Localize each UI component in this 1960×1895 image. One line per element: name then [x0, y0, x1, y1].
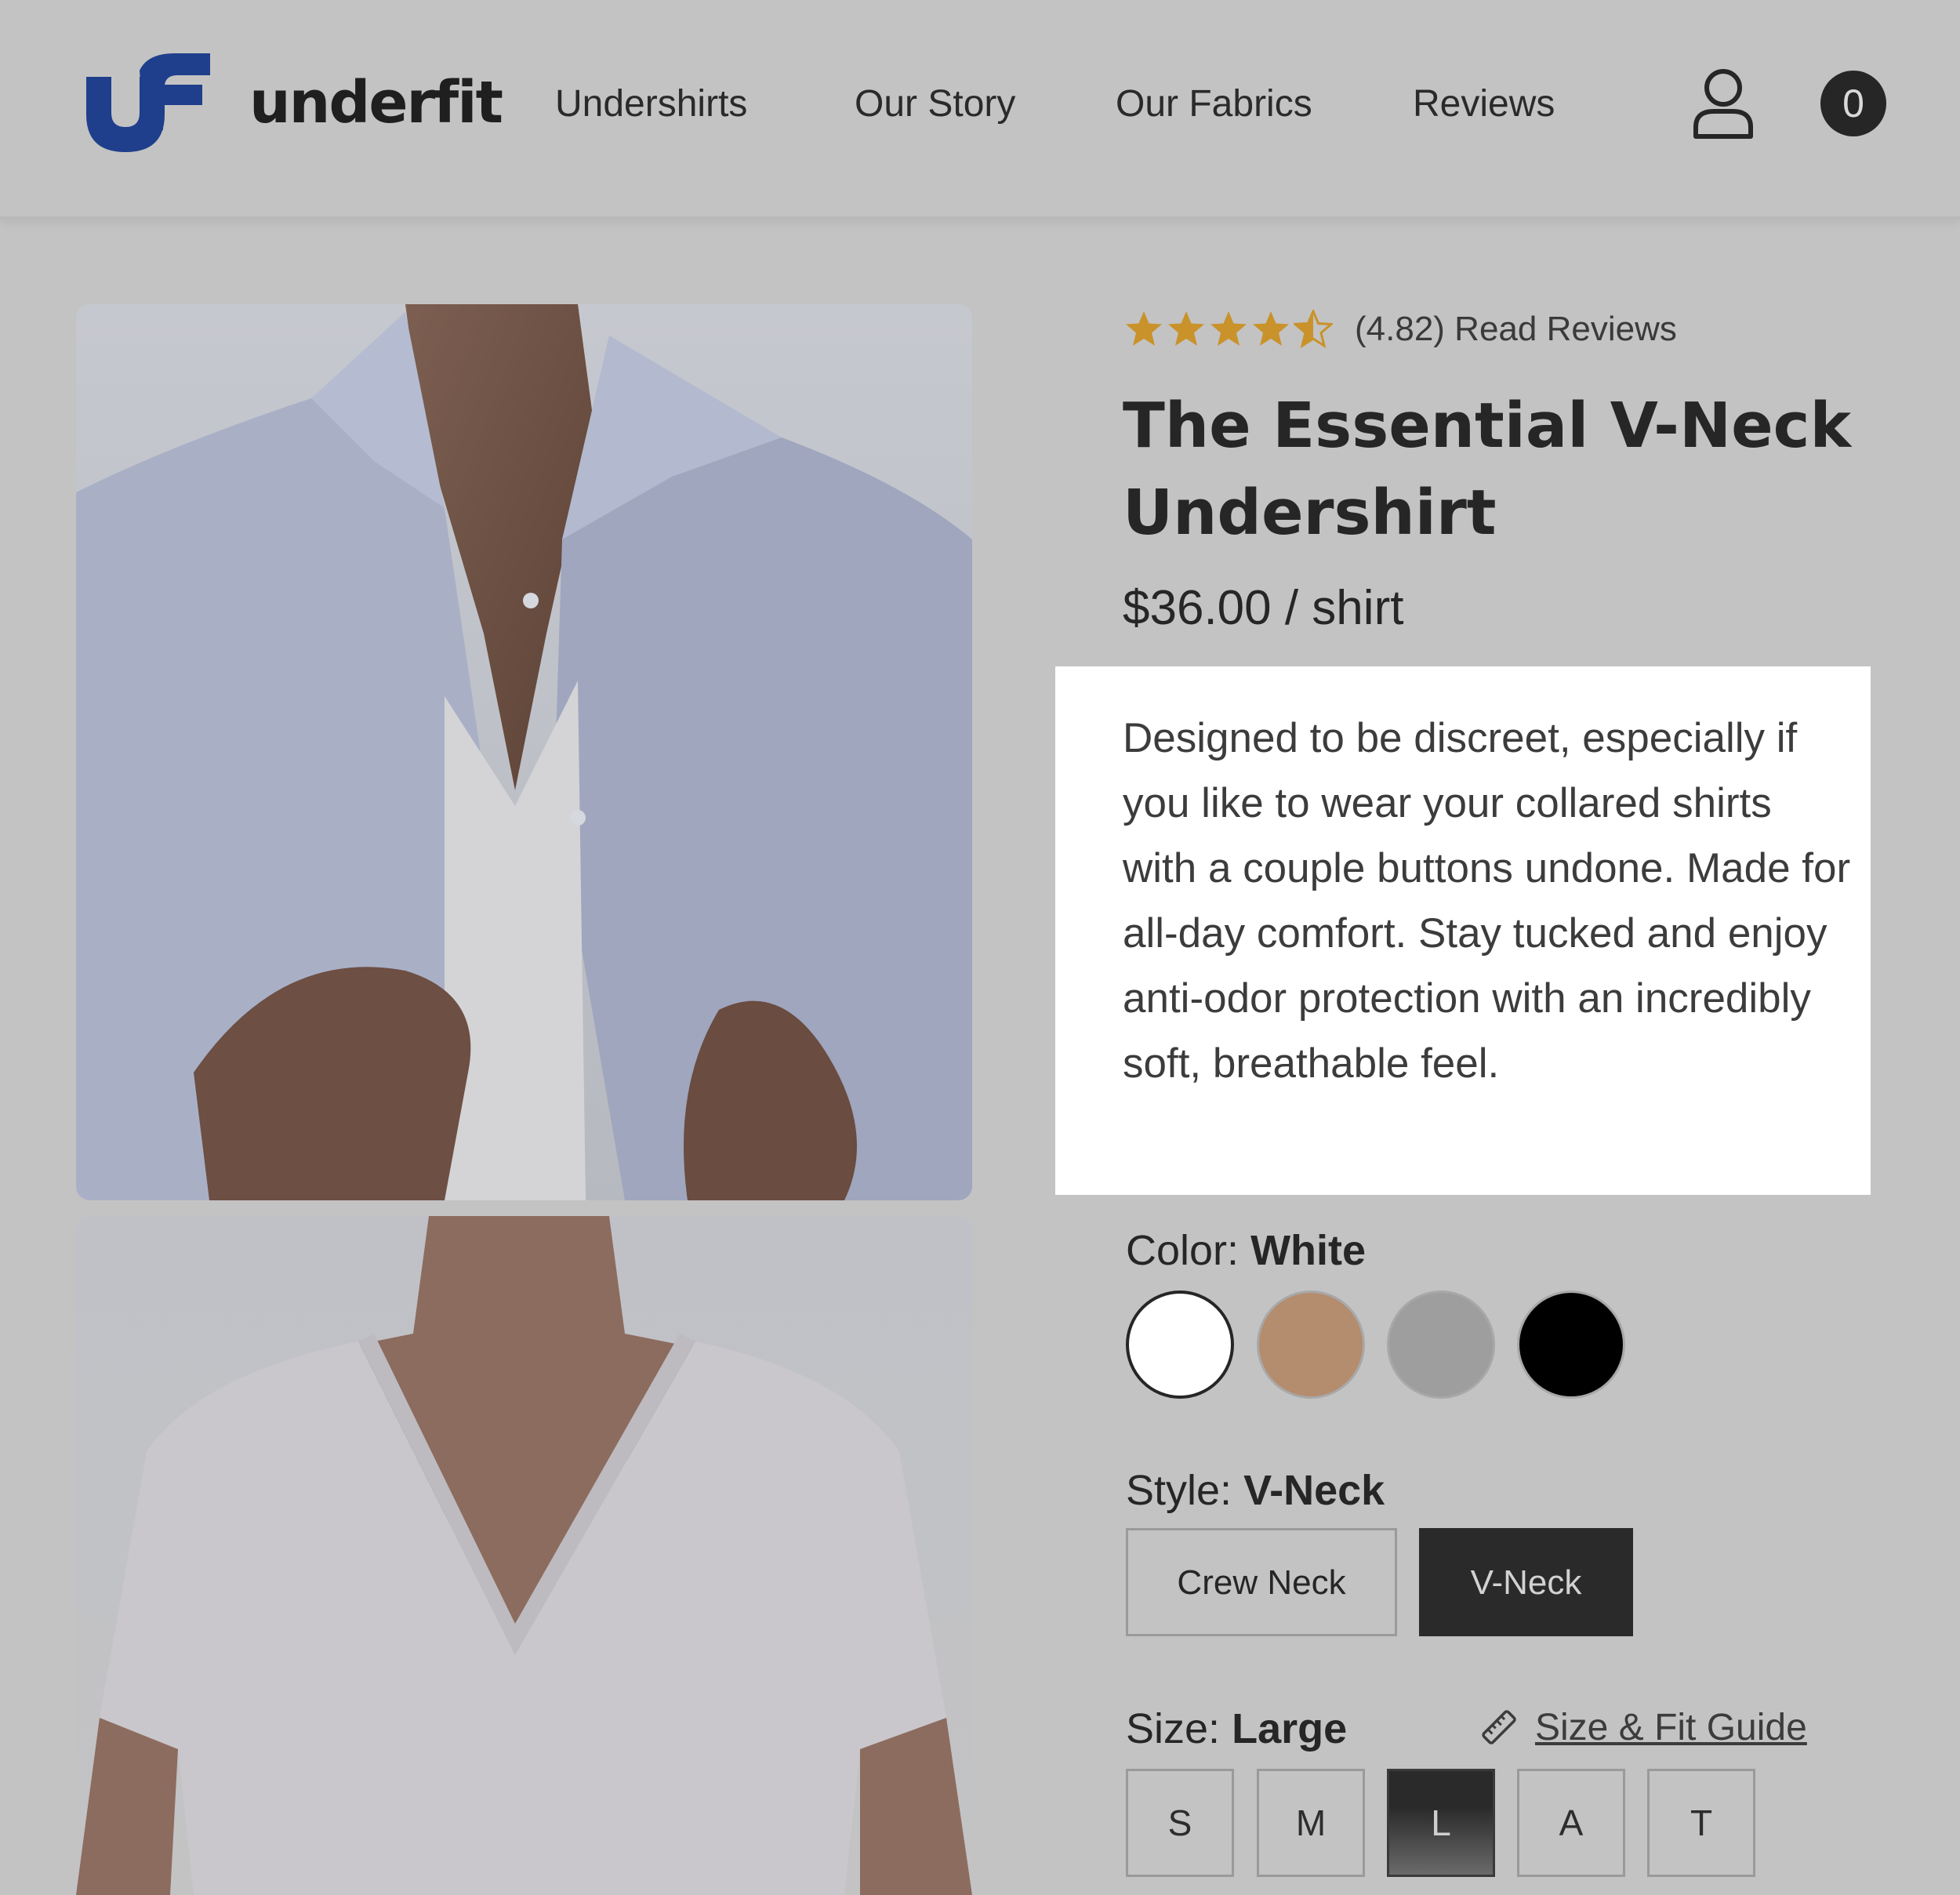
site-header: underfit Undershirts Our Story Our Fabri… — [0, 0, 1960, 220]
color-label: Color: White — [1126, 1227, 1367, 1274]
size-t-button[interactable]: T — [1647, 1769, 1755, 1877]
read-reviews-link[interactable]: (4.82) Read Reviews — [1355, 310, 1677, 349]
swatch-white[interactable] — [1126, 1291, 1234, 1399]
size-a-button[interactable]: A — [1517, 1769, 1625, 1877]
nav-reviews[interactable]: Reviews — [1413, 77, 1555, 132]
nav-our-story[interactable]: Our Story — [855, 77, 1015, 132]
size-fit-guide-link[interactable]: Size & Fit Guide — [1480, 1700, 1807, 1755]
product-photo-open-shirt[interactable] — [76, 304, 972, 1200]
size-m-button[interactable]: M — [1257, 1769, 1365, 1877]
star-full-icon — [1210, 311, 1247, 346]
size-label: Size: Large — [1126, 1705, 1348, 1752]
cart-count-badge[interactable]: 0 — [1820, 71, 1886, 136]
star-full-icon — [1168, 311, 1204, 346]
swatch-tan[interactable] — [1257, 1291, 1365, 1399]
brand-wordmark[interactable]: underfit — [249, 67, 503, 138]
uf-logo-icon[interactable] — [85, 52, 210, 154]
size-s-button[interactable]: S — [1126, 1769, 1234, 1877]
swatch-gray[interactable] — [1387, 1291, 1495, 1399]
rating-stars — [1124, 310, 1333, 349]
selected-color: White — [1250, 1227, 1367, 1274]
size-fit-guide-label: Size & Fit Guide — [1535, 1706, 1807, 1748]
style-label: Style: V-Neck — [1126, 1467, 1385, 1514]
swatch-black[interactable] — [1517, 1291, 1625, 1399]
rating-row: (4.82) Read Reviews — [1124, 304, 1677, 354]
nav-undershirts[interactable]: Undershirts — [555, 77, 747, 132]
product-title: The Essential V-Neck Undershirt — [1123, 390, 1852, 549]
star-half-icon — [1294, 310, 1333, 349]
product-price: $36.00 / shirt — [1123, 581, 1404, 635]
star-full-icon — [1126, 311, 1162, 346]
product-photo-vneck[interactable] — [76, 1216, 972, 1895]
style-crew-neck-button[interactable]: Crew Neck — [1126, 1528, 1397, 1636]
size-l-button[interactable]: L — [1387, 1769, 1495, 1877]
user-icon[interactable] — [1692, 67, 1755, 140]
selected-style: V-Neck — [1243, 1467, 1385, 1514]
ruler-icon — [1482, 1710, 1516, 1744]
selected-size: Large — [1232, 1705, 1348, 1752]
description-highlight: Designed to be discreet, especially if y… — [1055, 666, 1871, 1195]
star-full-icon — [1253, 311, 1289, 346]
nav-our-fabrics[interactable]: Our Fabrics — [1116, 77, 1312, 132]
product-description: Designed to be discreet, especially if y… — [1123, 715, 1851, 1087]
style-v-neck-button[interactable]: V-Neck — [1419, 1528, 1633, 1636]
